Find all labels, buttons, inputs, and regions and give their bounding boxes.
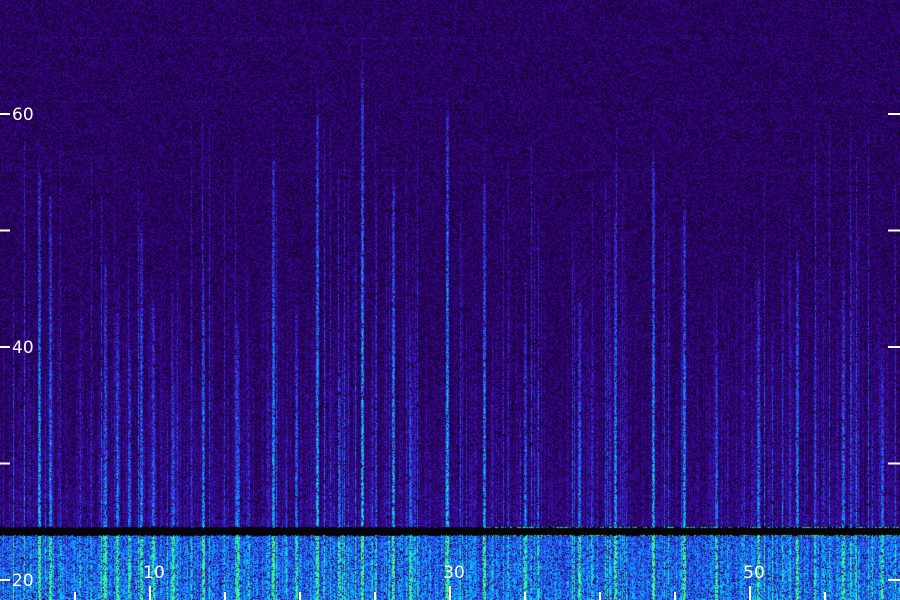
y-tick-label: 40 [12,338,34,358]
x-tick-label: 50 [743,563,765,583]
x-tick-label: 10 [143,563,165,583]
axes-overlay: 20 40 60 10 30 50 [0,105,900,600]
y-tick-label: 60 [12,105,34,125]
y-tick-label: 20 [12,571,34,591]
x-tick-label: 30 [443,563,465,583]
y-axis: 20 40 60 [0,105,900,591]
x-axis: 10 30 50 [74,563,826,600]
